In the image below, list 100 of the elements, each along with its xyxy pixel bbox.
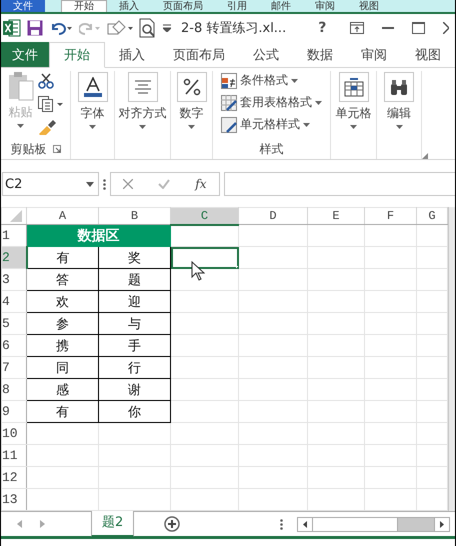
caret-icon	[291, 78, 298, 82]
row-header[interactable]: 8	[2, 378, 26, 400]
column-header[interactable]: F	[364, 208, 416, 224]
caret-icon	[17, 124, 24, 128]
align-center-icon	[132, 78, 152, 96]
ribbon-tab[interactable]: 文件	[1, 42, 49, 67]
ribbon-tab[interactable]: 文件	[1, 0, 45, 12]
ribbon-tab[interactable]: 视图	[401, 42, 455, 67]
table-cell: 谢	[98, 378, 170, 400]
table-cell: 感	[26, 378, 98, 400]
formula-input-field[interactable]	[224, 172, 455, 196]
row-header[interactable]: 13	[2, 488, 26, 510]
row-header[interactable]: 3	[2, 268, 26, 290]
print-preview-icon[interactable]	[139, 18, 157, 38]
save-icon[interactable]	[27, 20, 43, 36]
column-header[interactable]: C	[170, 208, 238, 224]
column-header[interactable]: G	[416, 208, 448, 224]
ribbon-tab[interactable]: 邮件	[259, 0, 303, 12]
cell-style-icon	[221, 116, 237, 132]
help-button[interactable]: ?	[318, 20, 326, 36]
row-header[interactable]: 4	[2, 290, 26, 312]
ribbon-tab[interactable]: 页面布局	[159, 42, 239, 67]
column-header[interactable]: B	[98, 208, 170, 224]
group-label: 样式	[260, 140, 284, 158]
column-header[interactable]: A	[26, 208, 98, 224]
add-sheet-icon[interactable]	[164, 516, 180, 532]
table-cell: 行	[98, 356, 170, 378]
table-format-icon	[221, 94, 237, 110]
insert-function-button[interactable]: fx	[195, 177, 207, 191]
ribbon-tab[interactable]: 开始	[61, 0, 107, 12]
insert-cells-icon	[344, 78, 364, 96]
table-cell: 你	[98, 400, 170, 422]
ribbon-tab[interactable]: 审阅	[347, 42, 401, 67]
name-box-value: C2	[5, 176, 22, 192]
row-header[interactable]: 7	[2, 356, 26, 378]
cancel-icon[interactable]	[123, 179, 134, 189]
ribbon-button[interactable]: 数字	[176, 71, 206, 139]
collapse-ribbon-icon[interactable]	[422, 153, 428, 159]
row-header[interactable]: 10	[2, 422, 26, 444]
ribbon-button[interactable]: 套用表格格式	[221, 94, 322, 111]
scroll-right-icon[interactable]	[440, 520, 444, 528]
row-header[interactable]: 9	[2, 400, 26, 422]
ribbon-tab[interactable]: 引用	[215, 0, 259, 12]
ribbon-button[interactable]: 编辑	[384, 71, 414, 139]
percent-icon	[182, 77, 202, 97]
row-header[interactable]: 5	[2, 312, 26, 334]
table-cell: 参	[26, 312, 98, 334]
selected-cell[interactable]	[170, 246, 238, 268]
row-header[interactable]: 2	[2, 246, 26, 268]
ribbon-tab[interactable]: 审阅	[303, 0, 347, 12]
more-dots-icon	[103, 178, 106, 190]
font-color-icon	[82, 77, 104, 97]
vertical-scrollbar[interactable]	[448, 207, 455, 511]
copy-icon[interactable]	[38, 96, 64, 112]
binoculars-icon	[389, 78, 409, 96]
caret-icon	[303, 122, 310, 126]
ribbon-tab[interactable]: 插入	[105, 42, 159, 67]
ribbon-tab[interactable]: 数据	[293, 42, 347, 67]
table-cell: 有	[26, 400, 98, 422]
dialog-launcher-icon[interactable]	[52, 145, 60, 153]
column-header[interactable]: E	[308, 208, 364, 224]
ribbon-button[interactable]: 单元格样式	[221, 116, 322, 133]
ribbon-tab[interactable]: 视图	[347, 0, 391, 12]
customize-toolbar-icon[interactable]	[163, 24, 171, 32]
format-painter-icon[interactable]	[38, 119, 56, 135]
minimize-icon[interactable]	[382, 27, 394, 29]
shapes-icon[interactable]	[107, 19, 133, 37]
mouse-pointer-icon	[191, 261, 205, 281]
ribbon-button[interactable]: 条件格式	[221, 72, 322, 89]
table-cell: 同	[26, 356, 98, 378]
caret-icon	[139, 125, 146, 129]
scissors-icon[interactable]	[38, 73, 54, 89]
row-header[interactable]: 12	[2, 466, 26, 488]
ribbon-button[interactable]: 对齐方式	[118, 71, 166, 139]
table-cell: 答	[26, 268, 98, 290]
table-cell: 奖	[98, 246, 170, 268]
ribbon-display-icon[interactable]	[350, 22, 364, 34]
sheet-tab[interactable]: 题2	[91, 510, 134, 536]
enter-checkmark-icon[interactable]	[158, 179, 170, 189]
ribbon-tab[interactable]: 页面布局	[151, 0, 215, 12]
maximize-icon[interactable]	[412, 22, 426, 34]
ribbon-tab[interactable]: 开始	[49, 42, 105, 68]
column-header[interactable]: D	[238, 208, 308, 224]
window-title: 2-8 转置练习.xl...	[181, 20, 286, 37]
row-header[interactable]: 6	[2, 334, 26, 356]
horizontal-scrollbar[interactable]	[297, 516, 450, 532]
ribbon-button[interactable]: 字体	[78, 71, 108, 139]
ribbon-tab[interactable]: 插入	[107, 0, 151, 12]
excel-logo-icon	[3, 19, 21, 37]
scroll-left-icon[interactable]	[303, 520, 308, 528]
table-cell: 题	[98, 268, 170, 290]
undo-icon[interactable]	[49, 21, 73, 35]
ribbon-button[interactable]: 单元格	[336, 71, 372, 139]
group-label: 剪贴板	[10, 140, 46, 158]
clipboard-icon	[8, 71, 34, 101]
table-cell: 迎	[98, 290, 170, 312]
name-box[interactable]: C2	[2, 172, 99, 196]
row-header[interactable]: 11	[2, 444, 26, 466]
table-cell: 与	[98, 312, 170, 334]
ribbon-tab[interactable]: 公式	[239, 42, 293, 67]
